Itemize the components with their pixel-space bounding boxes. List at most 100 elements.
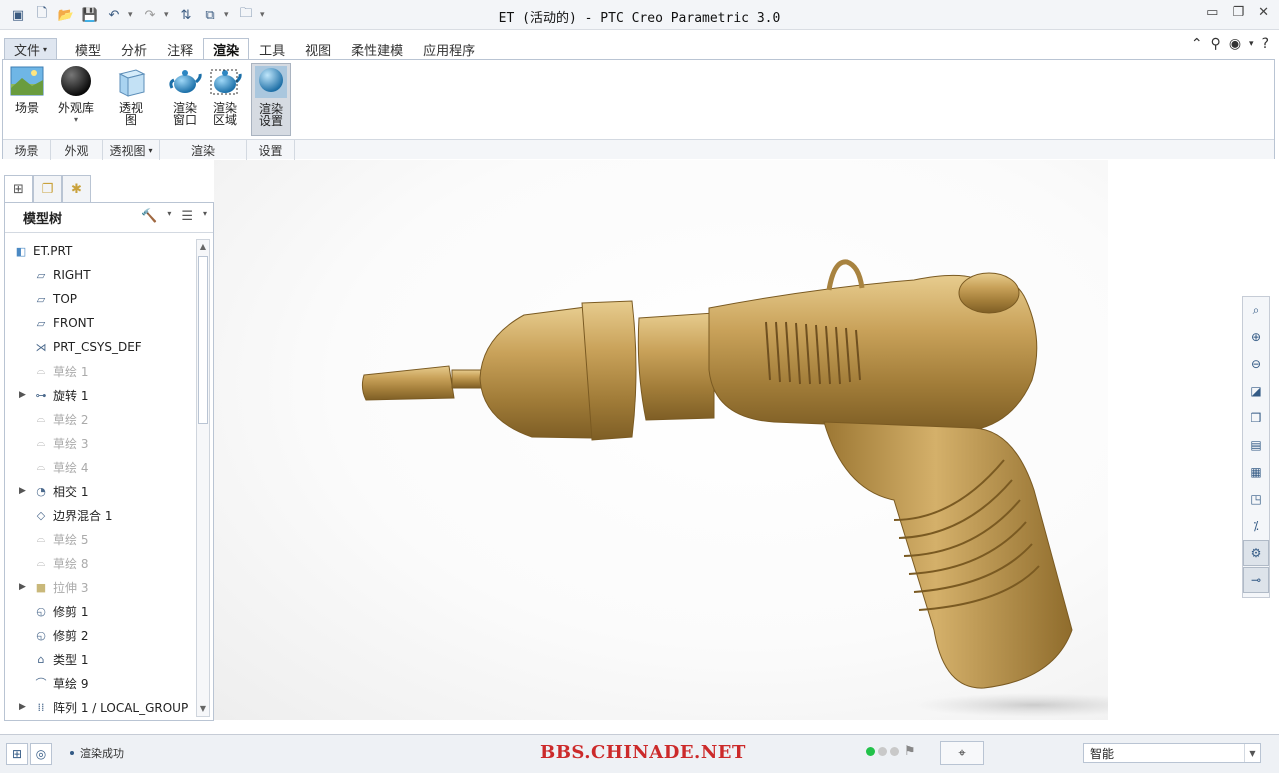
tree-item-trim-2[interactable]: ◵ 修剪 2 bbox=[33, 623, 88, 647]
scroll-up-icon[interactable]: ▲ bbox=[197, 240, 209, 254]
datum-display-icon[interactable]: ⁒ bbox=[1243, 513, 1269, 539]
sketch-icon: ⌓ bbox=[36, 436, 46, 449]
datum-plane-icon: ▱ bbox=[36, 316, 46, 330]
render-region-button[interactable]: 渲染区域 bbox=[207, 64, 243, 126]
tab-applications[interactable]: 应用程序 bbox=[413, 38, 485, 60]
tree-item-boundary-blend-1[interactable]: ◇ 边界混合 1 bbox=[33, 503, 113, 527]
perspective-icon[interactable]: ◳ bbox=[1243, 486, 1269, 512]
saved-orientations-icon[interactable]: ▤ bbox=[1243, 432, 1269, 458]
perspective-view-button[interactable]: 透视图 bbox=[113, 64, 149, 126]
tree-item-sketch-9[interactable]: ⌒ 草绘 9 bbox=[33, 671, 89, 695]
tree-item-front[interactable]: ▱ FRONT bbox=[33, 311, 94, 335]
tree-item-pattern-1[interactable]: ▶ ⁞⁞ 阵列 1 / LOCAL_GROUP bbox=[19, 695, 188, 719]
sketch-icon: ⌓ bbox=[36, 412, 46, 425]
render-window-button[interactable]: 渲染窗口 bbox=[167, 64, 203, 126]
minimize-icon[interactable]: ▭ bbox=[1206, 5, 1218, 20]
flag-icon[interactable]: ⚑ bbox=[904, 744, 916, 759]
sketch-icon: ⌓ bbox=[36, 532, 46, 545]
collapse-ribbon-icon[interactable]: ⌃ bbox=[1191, 36, 1203, 52]
community-icon[interactable]: ◉ bbox=[1229, 36, 1241, 52]
ribbon-tabs: 文件 ▾ 模型 分析 注释 渲染 工具 视图 柔性建模 应用程序 bbox=[0, 38, 1279, 60]
chevron-down-icon[interactable]: ▾ bbox=[203, 209, 207, 224]
binoculars-icon: ⌖ bbox=[958, 745, 966, 761]
repaint-icon[interactable]: ◪ bbox=[1243, 378, 1269, 404]
model-handle bbox=[823, 421, 1073, 689]
tree-item-revolve-1[interactable]: ▶ ⊶ 旋转 1 bbox=[19, 383, 88, 407]
tree-item-sketch-1[interactable]: ⌓ 草绘 1 bbox=[33, 359, 89, 383]
boundary-blend-icon: ◇ bbox=[36, 508, 46, 522]
model-shaft bbox=[451, 369, 483, 389]
tab-analysis[interactable]: 分析 bbox=[111, 38, 157, 60]
render-settings-button[interactable]: 渲染设置 bbox=[251, 63, 291, 136]
ribbon-panel: 场景 外观库 ▾ 透视图 渲染窗口 渲染区域 渲染设置 场景 外观 透视图 ▾ … bbox=[2, 59, 1275, 160]
model-tree-tab-icon[interactable]: ⊞ bbox=[4, 175, 33, 203]
tree-item-sketch-2[interactable]: ⌓ 草绘 2 bbox=[33, 407, 89, 431]
cube-icon bbox=[118, 69, 146, 97]
tab-view[interactable]: 视图 bbox=[295, 38, 341, 60]
tree-item-sketch-5[interactable]: ⌓ 草绘 5 bbox=[33, 527, 89, 551]
model-tree-panel: 模型树 🔨 ▾ ☰ ▾ ◧ ET.PRT ▱ RIGHT ▱ TOP ▱ FRONT ⋊… bbox=[4, 202, 214, 721]
chevron-down-icon[interactable]: ▼ bbox=[1244, 744, 1260, 762]
favorites-tab-icon[interactable]: ✱ bbox=[62, 175, 91, 203]
scroll-down-icon[interactable]: ▼ bbox=[197, 702, 209, 716]
intersect-icon: ◔ bbox=[36, 484, 46, 498]
tree-item-right[interactable]: ▱ RIGHT bbox=[33, 263, 91, 287]
group-perspective[interactable]: 透视图 ▾ bbox=[103, 140, 160, 160]
model-tree-toggle-icon[interactable]: ⊞ bbox=[6, 743, 28, 765]
tab-annotate[interactable]: 注释 bbox=[157, 38, 203, 60]
status-message: 渲染成功 bbox=[70, 745, 124, 761]
tree-item-sketch-3[interactable]: ⌓ 草绘 3 bbox=[33, 431, 89, 455]
graphics-window[interactable] bbox=[214, 160, 1108, 720]
browser-toggle-icon[interactable]: ◎ bbox=[30, 743, 52, 765]
tree-settings-icon[interactable]: 🔨 bbox=[141, 209, 157, 224]
restore-icon[interactable]: ❐ bbox=[1232, 5, 1244, 20]
zoom-out-icon[interactable]: ⊖ bbox=[1243, 351, 1269, 377]
find-button[interactable]: ⌖ bbox=[940, 741, 984, 765]
tree-item-sketch-8[interactable]: ⌓ 草绘 8 bbox=[33, 551, 89, 575]
tab-tools[interactable]: 工具 bbox=[249, 38, 295, 60]
bullet-icon bbox=[70, 751, 74, 755]
tree-show-icon[interactable]: ☰ bbox=[181, 209, 193, 224]
display-style-icon[interactable]: ❒ bbox=[1243, 405, 1269, 431]
zoom-in-icon[interactable]: ⊕ bbox=[1243, 324, 1269, 350]
chevron-down-icon[interactable]: ▾ bbox=[167, 209, 171, 224]
view-manager-icon[interactable]: ▦ bbox=[1243, 459, 1269, 485]
tree-item-trim-1[interactable]: ◵ 修剪 1 bbox=[33, 599, 88, 623]
sketch-icon: ⌓ bbox=[36, 460, 46, 473]
refit-icon[interactable]: ⌕ bbox=[1243, 297, 1269, 323]
expand-icon[interactable]: ▶ bbox=[19, 390, 33, 400]
tree-item-style-1[interactable]: ⌂ 类型 1 bbox=[33, 647, 89, 671]
model-chuck bbox=[581, 300, 637, 441]
tree-item-part[interactable]: ◧ ET.PRT bbox=[13, 239, 73, 263]
expand-icon[interactable]: ▶ bbox=[19, 486, 33, 496]
scroll-thumb[interactable] bbox=[198, 256, 208, 424]
scene-button[interactable]: 场景 bbox=[9, 64, 45, 114]
close-icon[interactable]: ✕ bbox=[1258, 5, 1269, 20]
tree-scrollbar[interactable]: ▲ ▼ bbox=[196, 239, 210, 717]
tree-item-csys[interactable]: ⋊ PRT_CSYS_DEF bbox=[33, 335, 142, 359]
tab-render[interactable]: 渲染 bbox=[203, 38, 250, 60]
datum-plane-icon: ▱ bbox=[36, 268, 46, 282]
folder-browser-tab-icon[interactable]: ❐ bbox=[33, 175, 62, 203]
annotation-display-icon[interactable]: ⊸ bbox=[1243, 567, 1269, 593]
window-controls: ▭ ❐ ✕ bbox=[1206, 5, 1269, 20]
tab-flexible-modeling[interactable]: 柔性建模 bbox=[341, 38, 413, 60]
expand-icon[interactable]: ▶ bbox=[19, 582, 33, 592]
tab-file[interactable]: 文件 ▾ bbox=[4, 38, 58, 60]
search-icon[interactable]: ⚲ bbox=[1211, 36, 1221, 52]
tree-item-top[interactable]: ▱ TOP bbox=[33, 287, 77, 311]
help-icon[interactable]: ? bbox=[1262, 36, 1269, 52]
spin-center-icon[interactable]: ⚙ bbox=[1243, 540, 1269, 566]
tree-item-sketch-4[interactable]: ⌓ 草绘 4 bbox=[33, 455, 89, 479]
tree-item-intersect-1[interactable]: ▶ ◔ 相交 1 bbox=[19, 479, 88, 503]
sketch-icon: ⌓ bbox=[36, 556, 46, 569]
chevron-down-icon[interactable]: ▾ bbox=[1249, 39, 1254, 49]
window-title: ET (活动的) - PTC Creo Parametric 3.0 bbox=[498, 11, 781, 26]
expand-icon[interactable]: ▶ bbox=[19, 702, 33, 712]
model-bump bbox=[958, 272, 1020, 314]
tree-item-extrude-3[interactable]: ▶ ■ 拉伸 3 bbox=[19, 575, 88, 599]
navigator-tabs: ⊞ ❐ ✱ bbox=[4, 175, 91, 203]
tab-model[interactable]: 模型 bbox=[65, 38, 111, 60]
appearance-gallery-button[interactable]: 外观库 ▾ bbox=[53, 64, 99, 126]
selection-filter[interactable]: 智能 ▼ bbox=[1083, 743, 1261, 763]
